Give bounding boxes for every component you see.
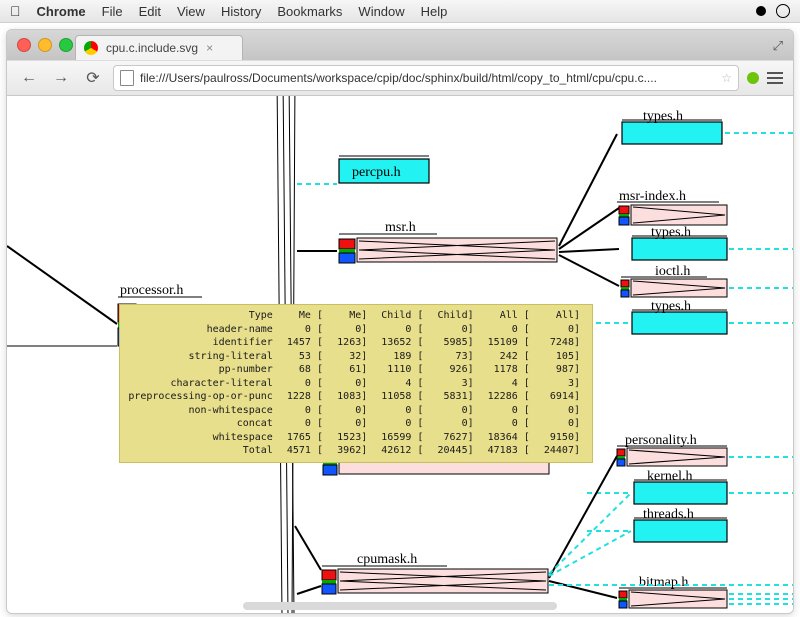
table-row: header-name 0 [ 0] 0 [ 0] 0 [ 0]	[124, 323, 584, 337]
node-threads[interactable]: threads.h	[587, 507, 727, 542]
menu-edit[interactable]: Edit	[139, 4, 161, 19]
window-maximize-button[interactable]	[59, 38, 73, 52]
menu-bookmarks[interactable]: Bookmarks	[277, 4, 342, 19]
chrome-menu-button[interactable]	[767, 72, 783, 84]
horizontal-scrollbar[interactable]	[243, 602, 557, 610]
right-column: types.h msr-index.h types.h	[587, 109, 793, 608]
menu-history[interactable]: History	[221, 4, 261, 19]
window-controls	[17, 38, 73, 52]
node-kernel-label: kernel.h	[647, 469, 692, 484]
fullscreen-toggle-icon[interactable]: ⤢	[773, 38, 783, 54]
browser-tab-active[interactable]: cpu.c.include.svg ×	[75, 35, 243, 60]
col-me-r: Me]	[327, 309, 371, 323]
apple-menu-icon[interactable]: 	[10, 3, 21, 19]
col-child-r: Child]	[427, 309, 477, 323]
macos-menubar:  Chrome File Edit View History Bookmark…	[0, 0, 800, 23]
chrome-window: cpu.c.include.svg × ⤢ ← → ⟳ file:///User…	[6, 29, 794, 614]
col-child-l: Child [	[371, 309, 427, 323]
nav-back-button[interactable]: ←	[17, 66, 41, 90]
token-count-tooltip: Type Me [ Me] Child [ Child] All [ All] …	[119, 304, 593, 463]
node-msr-index[interactable]: msr-index.h	[617, 189, 727, 225]
window-close-button[interactable]	[17, 38, 31, 52]
extension-dot-icon[interactable]	[747, 72, 759, 84]
col-type: Type	[124, 309, 277, 323]
address-bar-url: file:///Users/paulross/Documents/workspa…	[140, 71, 715, 85]
node-ioctl[interactable]: ioctl.h	[621, 264, 793, 297]
col-me-l: Me [	[277, 309, 327, 323]
node-cpumask-label: cpumask.h	[357, 552, 417, 567]
node-processor-label: processor.h	[120, 283, 183, 298]
menubar-status-icons	[756, 4, 790, 18]
table-row: preprocessing-op-or-punc 1228 [ 1083] 11…	[124, 390, 584, 404]
node-types1-label: types.h	[643, 109, 683, 124]
chrome-toolbar: ← → ⟳ file:///Users/paulross/Documents/w…	[7, 60, 793, 96]
table-row: character-literal 0 [ 0] 4 [ 3] 4 [ 3]	[124, 377, 584, 391]
tab-close-icon[interactable]: ×	[206, 41, 213, 55]
node-percpu-label: percpu.h	[352, 165, 401, 180]
node-kernel[interactable]: kernel.h	[587, 469, 793, 504]
status-dot-icon[interactable]	[756, 6, 766, 16]
address-bar[interactable]: file:///Users/paulross/Documents/workspa…	[113, 65, 739, 91]
table-row: string-literal 53 [ 32] 189 [ 73] 242 [ …	[124, 350, 584, 364]
tab-favicon-icon	[84, 41, 98, 55]
tab-title: cpu.c.include.svg	[106, 41, 198, 55]
node-msr[interactable]: msr.h	[297, 134, 619, 286]
page-icon	[120, 70, 134, 86]
status-ring-icon[interactable]	[776, 4, 790, 18]
window-minimize-button[interactable]	[38, 38, 52, 52]
menu-help[interactable]: Help	[421, 4, 448, 19]
nav-reload-button[interactable]: ⟳	[81, 66, 105, 90]
node-msr-label: msr.h	[385, 220, 416, 235]
table-row: identifier 1457 [ 1263] 13652 [ 5985] 15…	[124, 336, 584, 350]
chrome-tabbar: cpu.c.include.svg × ⤢	[7, 30, 793, 60]
table-row: pp-number 68 [ 61] 1110 [ 926] 1178 [ 98…	[124, 363, 584, 377]
page-viewport[interactable]: processor.h percpu.h msr.h	[7, 96, 793, 613]
table-row: Total 4571 [ 3962] 42612 [ 20445] 47183 …	[124, 444, 584, 458]
node-types3-label: types.h	[651, 299, 691, 314]
node-percpu[interactable]: percpu.h	[297, 156, 429, 184]
node-types2-label: types.h	[651, 225, 691, 240]
node-types-2[interactable]: types.h	[632, 225, 793, 260]
table-header-row: Type Me [ Me] Child [ Child] All [ All]	[124, 309, 584, 323]
menu-view[interactable]: View	[177, 4, 205, 19]
node-personality[interactable]: personality.h	[617, 433, 793, 466]
menu-file[interactable]: File	[102, 4, 123, 19]
app-name[interactable]: Chrome	[37, 4, 86, 19]
col-all-r: All]	[534, 309, 584, 323]
menu-window[interactable]: Window	[358, 4, 404, 19]
node-bitmap[interactable]: bitmap.h	[619, 575, 793, 608]
node-types-1[interactable]: types.h	[622, 109, 793, 144]
col-all-l: All [	[478, 309, 534, 323]
table-row: whitespace 1765 [ 1523] 16599 [ 7627] 18…	[124, 431, 584, 445]
bookmark-star-icon[interactable]: ☆	[721, 71, 732, 85]
node-threads-label: threads.h	[643, 507, 694, 522]
table-row: concat 0 [ 0] 0 [ 0] 0 [ 0]	[124, 417, 584, 431]
token-count-table: Type Me [ Me] Child [ Child] All [ All] …	[124, 309, 584, 458]
table-row: non-whitespace 0 [ 0] 0 [ 0] 0 [ 0]	[124, 404, 584, 418]
node-types-3[interactable]: types.h	[587, 299, 793, 334]
nav-forward-button[interactable]: →	[49, 66, 73, 90]
